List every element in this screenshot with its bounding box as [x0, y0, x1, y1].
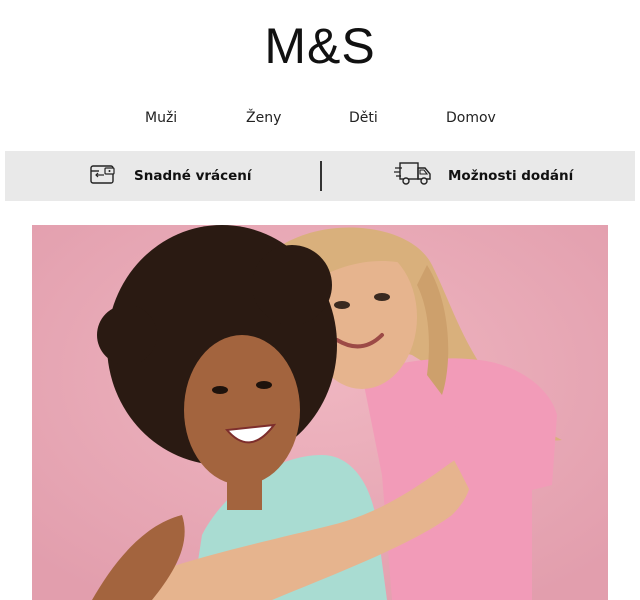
service-bar: Snadné vrácení Možnosti dodání [5, 151, 635, 201]
hero-banner[interactable] [32, 225, 608, 600]
delivery-truck-icon [394, 160, 432, 192]
delivery-options-link[interactable]: Možnosti dodání [394, 151, 573, 201]
easy-returns-label: Snadné vrácení [134, 168, 252, 184]
service-divider [320, 161, 322, 191]
brand-logo[interactable]: M&S [0, 18, 640, 74]
nav-item-kids[interactable]: Děti [349, 108, 378, 128]
main-nav: Muži Ženy Děti Domov [0, 108, 640, 130]
easy-returns-link[interactable]: Snadné vrácení [90, 151, 252, 201]
delivery-options-label: Možnosti dodání [448, 168, 574, 184]
two-women-hugging-photo [32, 225, 608, 600]
nav-item-home[interactable]: Domov [446, 108, 496, 128]
nav-item-men[interactable]: Muži [145, 108, 177, 128]
return-box-icon [90, 163, 116, 189]
nav-item-women[interactable]: Ženy [246, 108, 281, 128]
